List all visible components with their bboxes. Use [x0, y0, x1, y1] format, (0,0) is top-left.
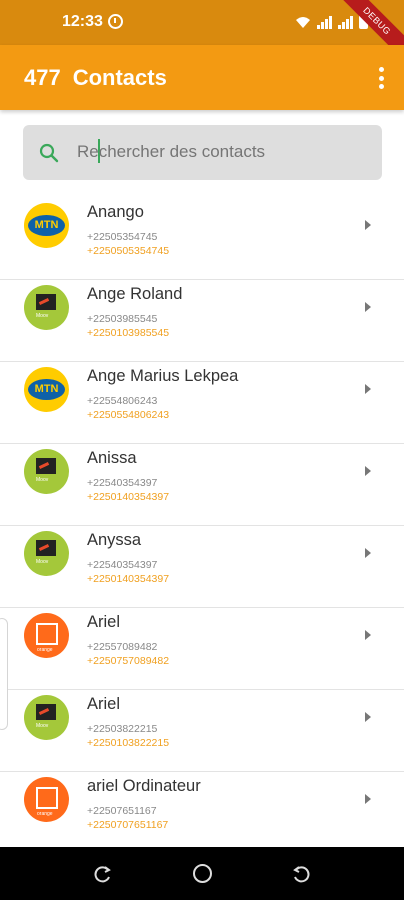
home-icon[interactable]	[193, 864, 212, 883]
signal-icon-2	[338, 15, 353, 29]
contact-phone-alt: +2250757089482	[87, 655, 170, 667]
contact-name: Anyssa	[87, 531, 142, 549]
more-vert-icon[interactable]	[376, 67, 386, 89]
chevron-right-icon[interactable]	[365, 302, 371, 312]
operator-logo-moov: Moov	[24, 695, 69, 740]
chevron-right-icon[interactable]	[365, 466, 371, 476]
contact-phone-alt: +2250554806243	[87, 409, 170, 421]
contact-phone-alt: +2250140354397	[87, 491, 170, 503]
list-item[interactable]: MTN Ange Marius Lekpea +22554806243 +225…	[0, 362, 404, 444]
operator-logo-orange: orange	[24, 777, 69, 822]
operator-logo-moov: Moov	[24, 449, 69, 494]
back-icon[interactable]	[292, 865, 310, 883]
contact-phone-alt: +2250103985545	[87, 327, 170, 339]
list-item[interactable]: Moov Ange Roland +22503985545 +225010398…	[0, 280, 404, 362]
list-item[interactable]: orange Ariel +22557089482 +2250757089482	[0, 608, 404, 690]
wifi-icon	[296, 17, 310, 28]
list-item[interactable]: orange ariel Ordinateur +22507651167 +22…	[0, 772, 404, 854]
status-bar: 12:33 DEBUG	[0, 0, 404, 67]
contact-phone: +22507651167	[87, 805, 157, 817]
page-title: 477 Contacts	[24, 65, 167, 91]
contact-phone-alt: +2250140354397	[87, 573, 170, 585]
status-icons	[295, 13, 368, 29]
app-bar: 477 Contacts	[0, 45, 404, 110]
contacts-count: 477	[24, 65, 61, 90]
contact-name: ariel Ordinateur	[87, 777, 201, 795]
list-item[interactable]: Moov Ariel +22503822215 +2250103822215	[0, 690, 404, 772]
contact-name: Ariel	[87, 695, 121, 713]
contact-phone: +22505354745	[87, 231, 158, 243]
search-bar[interactable]	[23, 125, 382, 180]
chevron-right-icon[interactable]	[365, 220, 371, 230]
chevron-right-icon[interactable]	[365, 712, 371, 722]
contact-phone-alt: +2250505354745	[87, 245, 170, 257]
side-edge-handle[interactable]	[0, 618, 8, 730]
operator-logo-orange: orange	[24, 613, 69, 658]
operator-logo-mtn: MTN	[24, 367, 69, 412]
operator-logo-moov: Moov	[24, 285, 69, 330]
operator-logo-moov: Moov	[24, 531, 69, 576]
contact-phone-alt: +2250707651167	[87, 819, 169, 831]
chevron-right-icon[interactable]	[365, 548, 371, 558]
chevron-right-icon[interactable]	[365, 630, 371, 640]
contact-phone: +22540354397	[87, 477, 158, 489]
operator-logo-mtn: MTN	[24, 203, 69, 248]
contact-name: Ange Roland	[87, 285, 183, 303]
signal-icon	[317, 15, 332, 29]
contact-name: Anango	[87, 203, 144, 221]
list-item[interactable]: MTN Anango +22505354745 +2250505354745	[0, 198, 404, 280]
contact-phone-alt: +2250103822215	[87, 737, 170, 749]
contact-phone: +22557089482	[87, 641, 158, 653]
chevron-right-icon[interactable]	[365, 794, 371, 804]
search-input[interactable]	[77, 139, 367, 165]
contact-phone: +22503985545	[87, 313, 158, 325]
list-item[interactable]: Moov Anissa +22540354397 +2250140354397	[0, 444, 404, 526]
contact-phone: +22503822215	[87, 723, 158, 735]
recent-apps-icon[interactable]	[94, 865, 112, 883]
navigation-bar	[0, 847, 404, 900]
list-item[interactable]: Moov Anyssa +22540354397 +2250140354397	[0, 526, 404, 608]
contact-phone: +22540354397	[87, 559, 158, 571]
search-icon	[39, 143, 59, 163]
contact-name: Ariel	[87, 613, 121, 631]
alarm-icon	[108, 14, 123, 29]
contact-name: Ange Marius Lekpea	[87, 367, 239, 385]
title-label: Contacts	[72, 65, 167, 90]
contacts-list: MTN Anango +22505354745 +2250505354745 M…	[0, 198, 404, 854]
contact-phone: +22554806243	[87, 395, 158, 407]
contact-name: Anissa	[87, 449, 137, 467]
status-time: 12:33	[62, 13, 103, 30]
chevron-right-icon[interactable]	[365, 384, 371, 394]
